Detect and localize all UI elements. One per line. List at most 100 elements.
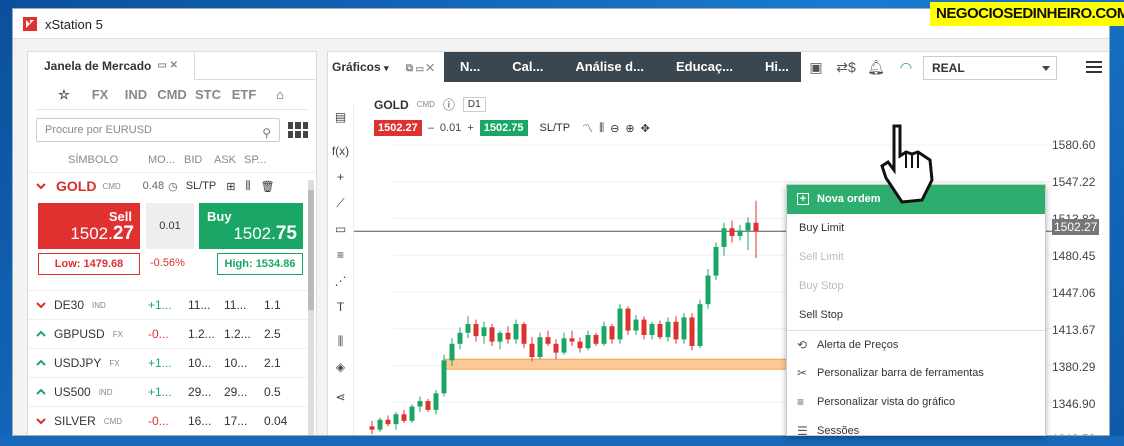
menu-item-sell-stop[interactable]: Sell Stop xyxy=(787,301,1045,330)
search-icon[interactable]: ⚲ xyxy=(262,122,271,144)
window-title: xStation 5 xyxy=(45,17,103,32)
tab-education[interactable]: Educaç... xyxy=(660,52,749,82)
instrument-row[interactable]: US500 IND +1... 29... 29... 0.5 xyxy=(28,377,316,406)
menu-item-personalizar-barra-de-ferramentas[interactable]: ✂ Personalizar barra de ferramentas xyxy=(787,359,1045,388)
candle-body xyxy=(497,332,503,342)
account-select[interactable]: REAL xyxy=(923,56,1057,80)
zoom-out-icon[interactable]: ⊖ xyxy=(610,122,619,135)
zoom-in-icon[interactable]: ⊕ xyxy=(625,122,634,135)
chart-sltp[interactable]: SL/TP xyxy=(540,122,571,134)
crosshair-icon[interactable]: + xyxy=(328,164,353,190)
timeframe-select[interactable]: D1 xyxy=(462,97,486,112)
menu-item-alerta-de-pre-os[interactable]: ⟲ Alerta de Preços xyxy=(787,330,1045,359)
share-icon[interactable]: ⋖ xyxy=(328,384,353,410)
filter-etf[interactable]: ETF xyxy=(226,87,262,102)
row-bid: 10... xyxy=(188,356,212,370)
gold-expanded-row[interactable]: GOLD CMD 0.48 ◷ SL/TP ⊞ ⫼ 🗑 Sell 1502.27… xyxy=(28,172,316,290)
buy-button[interactable]: Buy 1502.75 xyxy=(199,203,303,249)
filter-cmd[interactable]: CMD xyxy=(154,87,190,102)
chart-type-icon[interactable]: ⫼ xyxy=(328,328,353,354)
col-spread[interactable]: SP... xyxy=(244,154,284,166)
instrument-row[interactable]: DE30 IND +1... 11... 11... 1.1 xyxy=(28,290,316,319)
layout-icon[interactable]: ▣ xyxy=(801,59,831,76)
candle-body xyxy=(577,341,583,349)
col-bid[interactable]: BID xyxy=(184,154,214,166)
menu-item-personalizar-vista-do-gr-fico[interactable]: ≡ Personalizar vista do gráfico xyxy=(787,388,1045,417)
trash-icon[interactable]: 🗑 xyxy=(261,180,275,193)
info-icon[interactable]: ⓘ xyxy=(443,96,455,113)
charts-window-controls-icon[interactable]: ⧉ ▭ ✕ xyxy=(406,63,434,74)
function-icon[interactable]: f(x) xyxy=(328,138,353,164)
candlestick-icon[interactable]: ⫼ xyxy=(599,122,604,135)
row-symbol: USDJPY xyxy=(54,356,102,370)
filter-fx[interactable]: FX xyxy=(82,87,118,102)
sell-price-big: 27 xyxy=(112,223,134,244)
context-menu: + Nova ordem Buy Limit Sell Limit Buy Stop Se… xyxy=(786,184,1046,438)
briefcase-icon[interactable]: ⌂ xyxy=(262,87,298,102)
chart-buy-price[interactable]: 1502.75 xyxy=(479,120,528,136)
chevron-down-icon[interactable] xyxy=(36,181,46,191)
hand-cursor-icon xyxy=(880,124,934,204)
layers-icon[interactable]: ◈ xyxy=(328,354,353,380)
panel-toggle-icon[interactable]: ▤ xyxy=(328,104,353,130)
tab-history[interactable]: Hi... xyxy=(749,52,805,82)
market-watch-tab[interactable]: Janela de Mercado ▭ ✕ xyxy=(28,51,195,80)
menu-item-sess-es[interactable]: ☰ Sessões xyxy=(787,417,1045,446)
chevron-up-icon[interactable] xyxy=(36,358,46,368)
filter-stc[interactable]: STC xyxy=(190,87,226,102)
chevron-up-icon[interactable] xyxy=(36,329,46,339)
price-axis-label: 1580.60 xyxy=(1052,138,1096,152)
candles-icon[interactable]: ⫼ xyxy=(246,180,251,193)
menu-item-label: Alerta de Preços xyxy=(817,339,899,351)
col-move[interactable]: MO... xyxy=(148,154,184,166)
chevron-down-icon[interactable] xyxy=(36,300,46,310)
tab-analysis[interactable]: Análise d... xyxy=(559,52,660,82)
chevron-up-icon[interactable] xyxy=(36,387,46,397)
tab-calendar[interactable]: Cal... xyxy=(496,52,559,82)
col-ask[interactable]: ASK xyxy=(214,154,244,166)
menu-item-label: Sessões xyxy=(817,425,860,437)
xstation-logo-icon xyxy=(23,17,37,31)
clock-icon[interactable]: ◷ xyxy=(168,180,178,193)
candle-body xyxy=(601,326,607,344)
menu-icon[interactable] xyxy=(1086,61,1102,73)
instrument-row[interactable]: USDJPY FX +1... 10... 10... 2.1 xyxy=(28,348,316,377)
menu-item-label: Buy Stop xyxy=(799,280,844,292)
search-input[interactable]: Procure por EURUSD ⚲ xyxy=(36,118,280,142)
chevron-down-icon[interactable] xyxy=(36,416,46,426)
trend-icon[interactable]: 〽 xyxy=(582,120,593,136)
filter-ind[interactable]: IND xyxy=(118,87,154,102)
move-icon[interactable]: ✥ xyxy=(641,122,650,135)
menu-item-buy-stop[interactable]: Buy Stop xyxy=(787,272,1045,301)
sltp-label[interactable]: SL/TP xyxy=(186,180,217,192)
menu-item-sell-limit[interactable]: Sell Limit xyxy=(787,243,1045,272)
window-controls-icon[interactable]: ▭ ✕ xyxy=(157,52,178,80)
charts-tab[interactable]: Gráficos ▾ ⧉ ▭ ✕ xyxy=(328,52,444,82)
sell-button[interactable]: Sell 1502.27 xyxy=(38,203,140,249)
row-category: IND xyxy=(98,387,113,397)
candle-body xyxy=(633,319,639,331)
bell-icon[interactable]: 🔔︎ xyxy=(861,59,891,76)
menu-item-buy-limit[interactable]: Buy Limit xyxy=(787,214,1045,243)
candle-body xyxy=(673,321,679,340)
line-tool-icon[interactable]: ⟋ xyxy=(328,190,353,216)
add-icon[interactable]: ⊞ xyxy=(226,180,235,193)
rectangle-icon[interactable]: ▭ xyxy=(328,216,353,242)
scrollbar[interactable] xyxy=(308,180,314,435)
instrument-row[interactable]: SILVER CMD -0... 16... 17... 0.04 xyxy=(28,406,316,435)
tab-news[interactable]: N... xyxy=(444,52,496,82)
dollar-transfer-icon[interactable]: ⇄$ xyxy=(831,59,861,76)
instrument-row[interactable]: GBPUSD FX -0... 1.2... 1.2... 2.5 xyxy=(28,319,316,348)
col-symbol[interactable]: SÍMBOLO xyxy=(36,154,148,166)
low-price: Low: 1479.68 xyxy=(38,253,140,275)
text-icon[interactable]: T xyxy=(328,294,353,320)
candle-body xyxy=(441,360,447,394)
fibonacci-icon[interactable]: ≡ xyxy=(328,242,353,268)
grid-view-icon[interactable] xyxy=(288,122,308,138)
chart-symbol[interactable]: GOLD xyxy=(374,98,409,112)
chart-sell-price[interactable]: 1502.27 xyxy=(374,120,422,136)
favorites-star-icon[interactable]: ☆ xyxy=(46,87,82,103)
candle-body xyxy=(393,414,399,425)
pitchfork-icon[interactable]: ⋰ xyxy=(328,268,353,294)
gold-value: 0.48 xyxy=(142,180,165,192)
